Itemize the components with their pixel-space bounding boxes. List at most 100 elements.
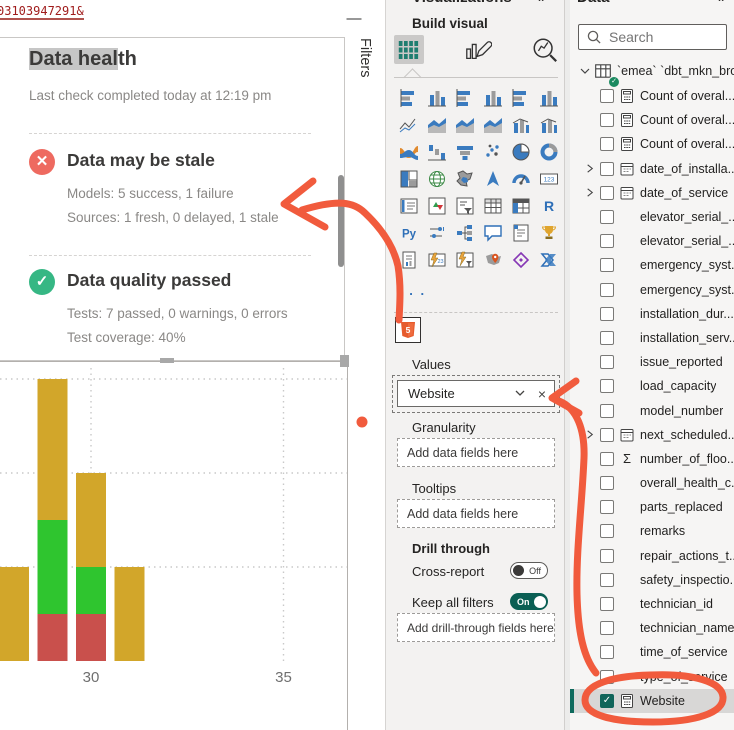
field-row[interactable]: date_of_service xyxy=(570,181,734,205)
field-row[interactable]: issue_reported xyxy=(570,350,734,374)
smart-narrative-icon[interactable] xyxy=(507,219,535,246)
tooltips-field-well[interactable]: Add data fields here xyxy=(397,499,555,528)
field-row[interactable]: technician_id xyxy=(570,592,734,616)
field-row[interactable]: time_of_service xyxy=(570,640,734,664)
field-checkbox[interactable] xyxy=(600,162,614,176)
100-stacked-bar-chart-icon[interactable] xyxy=(507,84,535,111)
visual-resize-handle[interactable] xyxy=(160,358,174,363)
field-row-selected[interactable]: ✓Website xyxy=(570,689,734,713)
chevron-right-icon[interactable] xyxy=(582,162,596,176)
field-row[interactable]: Count of overal... xyxy=(570,108,734,132)
field-row[interactable]: safety_inspectio... xyxy=(570,568,734,592)
table-icon[interactable] xyxy=(479,192,507,219)
visual-resize-handle[interactable] xyxy=(340,355,349,367)
area-chart-icon[interactable] xyxy=(423,111,451,138)
field-row[interactable]: parts_replaced xyxy=(570,495,734,519)
chevron-down-icon[interactable] xyxy=(578,64,592,78)
qa-visual-icon[interactable] xyxy=(479,219,507,246)
field-row[interactable]: type_of_service xyxy=(570,665,734,689)
visualizations-collapse-icon[interactable]: » xyxy=(538,0,558,9)
field-checkbox[interactable] xyxy=(600,597,614,611)
keep-all-filters-toggle[interactable]: On xyxy=(510,593,548,610)
chevron-right-icon[interactable] xyxy=(582,186,596,200)
field-checkbox[interactable] xyxy=(600,476,614,490)
field-checkbox[interactable] xyxy=(600,621,614,635)
slicer-icon[interactable] xyxy=(451,192,479,219)
decomposition-tree-icon[interactable] xyxy=(451,219,479,246)
field-checkbox[interactable] xyxy=(600,113,614,127)
waterfall-chart-icon[interactable] xyxy=(423,138,451,165)
100-stacked-column-chart-icon[interactable] xyxy=(535,84,563,111)
report-chart-visual[interactable]: 3035 xyxy=(0,361,348,730)
field-row[interactable]: date_of_installa... xyxy=(570,157,734,181)
line-chart-icon[interactable] xyxy=(395,111,423,138)
field-row[interactable]: installation_serv... xyxy=(570,326,734,350)
clustered-bar-chart-icon[interactable] xyxy=(451,84,479,111)
field-checkbox[interactable] xyxy=(600,670,614,684)
kpi-icon[interactable] xyxy=(423,192,451,219)
field-checkbox[interactable]: ✓ xyxy=(600,694,614,708)
table-root-row[interactable]: ✓ `emea` `dbt_mkn_bron... xyxy=(570,58,734,83)
scatter-chart-icon[interactable] xyxy=(479,138,507,165)
field-checkbox[interactable] xyxy=(600,258,614,272)
gauge-icon[interactable] xyxy=(507,165,535,192)
100-stacked-area-chart-icon[interactable] xyxy=(479,111,507,138)
field-checkbox[interactable] xyxy=(600,331,614,345)
field-row[interactable]: overall_health_c... xyxy=(570,471,734,495)
stacked-column-chart-icon[interactable] xyxy=(423,84,451,111)
metrics-icon[interactable] xyxy=(535,219,563,246)
field-checkbox[interactable] xyxy=(600,234,614,248)
chevron-down-icon[interactable] xyxy=(514,386,526,402)
cross-report-toggle[interactable]: Off xyxy=(510,562,548,579)
field-row[interactable]: repair_actions_t... xyxy=(570,544,734,568)
donut-chart-icon[interactable] xyxy=(535,138,563,165)
remove-field-icon[interactable]: × xyxy=(538,386,546,402)
field-checkbox[interactable] xyxy=(600,283,614,297)
treemap-icon[interactable] xyxy=(395,165,423,192)
field-row[interactable]: next_scheduled... xyxy=(570,423,734,447)
tab-build-visual[interactable] xyxy=(394,35,424,64)
field-row[interactable]: installation_dur... xyxy=(570,302,734,326)
field-checkbox[interactable] xyxy=(600,573,614,587)
new-card-icon[interactable]: 23 xyxy=(423,246,451,273)
tab-analytics[interactable] xyxy=(530,35,560,64)
field-row[interactable]: elevator_serial_... xyxy=(570,229,734,253)
power-apps-icon[interactable] xyxy=(507,246,535,273)
more-visuals-ellipsis[interactable]: . . . xyxy=(398,283,426,298)
search-box[interactable] xyxy=(578,24,727,50)
field-row[interactable]: elevator_serial_... xyxy=(570,205,734,229)
field-row[interactable]: emergency_syst... xyxy=(570,278,734,302)
field-checkbox[interactable] xyxy=(600,89,614,103)
field-checkbox[interactable] xyxy=(600,549,614,563)
arcgis-map-icon[interactable] xyxy=(479,246,507,273)
field-row[interactable]: technician_name xyxy=(570,616,734,640)
chevron-right-icon[interactable] xyxy=(582,428,596,442)
field-checkbox[interactable] xyxy=(600,645,614,659)
key-influencers-icon[interactable] xyxy=(423,219,451,246)
field-checkbox[interactable] xyxy=(600,210,614,224)
paginated-report-icon[interactable] xyxy=(395,246,423,273)
field-checkbox[interactable] xyxy=(600,186,614,200)
stacked-area-chart-icon[interactable] xyxy=(451,111,479,138)
field-row[interactable]: remarks xyxy=(570,519,734,543)
clustered-column-chart-icon[interactable] xyxy=(479,84,507,111)
card-icon[interactable]: 123 xyxy=(535,165,563,192)
field-checkbox[interactable] xyxy=(600,452,614,466)
field-row[interactable]: load_capacity xyxy=(570,374,734,398)
filters-collapse-icon[interactable]: — xyxy=(344,10,364,28)
field-checkbox[interactable] xyxy=(600,500,614,514)
field-checkbox[interactable] xyxy=(600,404,614,418)
map-icon[interactable] xyxy=(423,165,451,192)
tab-format-visual[interactable] xyxy=(462,35,492,64)
funnel-chart-icon[interactable] xyxy=(451,138,479,165)
field-row[interactable]: Count of overal... xyxy=(570,84,734,108)
filled-map-icon[interactable] xyxy=(451,165,479,192)
field-checkbox[interactable] xyxy=(600,524,614,538)
field-checkbox[interactable] xyxy=(600,137,614,151)
card-scrollbar-thumb[interactable] xyxy=(338,175,344,267)
filters-pane-collapsed[interactable] xyxy=(352,0,386,730)
ribbon-chart-icon[interactable] xyxy=(395,138,423,165)
multi-row-card-icon[interactable] xyxy=(395,192,423,219)
stacked-bar-chart-icon[interactable] xyxy=(395,84,423,111)
line-and-stacked-column-chart-icon[interactable] xyxy=(507,111,535,138)
